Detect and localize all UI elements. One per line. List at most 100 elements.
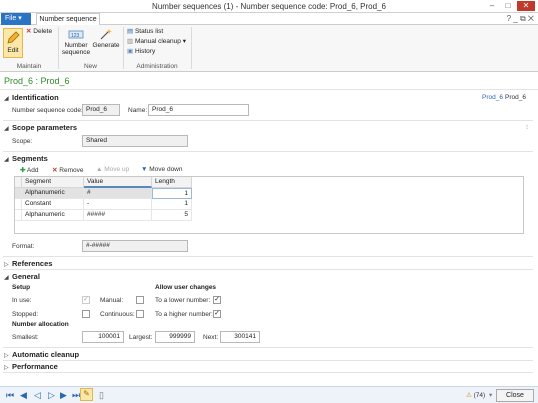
maximize-button[interactable]: □ [502,1,514,11]
edit-button[interactable]: Edit [3,28,23,58]
largest-field[interactable]: 999999 [155,331,195,343]
more-icon[interactable]: ⁝ [526,123,528,131]
status-list-button[interactable]: ▤ Status list [127,27,163,36]
scope-field[interactable]: Shared [82,135,188,147]
breadcrumb-link[interactable]: Prod_6 [482,94,503,101]
cleanup-icon: ▥ [127,38,134,45]
manual-checkbox[interactable] [136,296,144,304]
value-cell[interactable]: ##### [84,210,152,221]
manual-label: Manual: [100,297,124,304]
section-divider [3,256,533,257]
close-button[interactable]: Close [496,389,534,402]
column-header-segment[interactable]: Segment [22,177,84,188]
move-down-label: Move down [149,166,183,173]
row-selector[interactable] [15,188,22,199]
next-field[interactable]: 300141 [220,331,260,343]
collapse-icon[interactable]: ◢ [4,95,9,102]
more-icon[interactable]: ▾ [489,391,492,399]
minimize-button[interactable]: – [486,1,498,11]
column-header-value[interactable]: Value [84,177,152,188]
scope-title[interactable]: Scope parameters [12,123,77,132]
value-cell[interactable]: - [84,199,152,210]
edit-mode-icon[interactable]: ✎ [80,388,93,401]
section-divider [3,360,533,361]
value-cell[interactable]: # [84,188,152,199]
move-up-button[interactable]: ▲ Move up [96,166,129,173]
general-title[interactable]: General [12,272,40,281]
segment-cell[interactable]: Constant [22,199,84,210]
setup-title: Setup [12,284,31,291]
segment-cell[interactable]: Alphanumeric [22,188,84,199]
row-selector[interactable] [15,210,22,221]
to-lower-checkbox[interactable]: ✓ [213,296,221,304]
close-window-button[interactable]: ✕ [517,1,535,11]
status-list-label: Status list [134,28,164,35]
automatic-cleanup-title[interactable]: Automatic cleanup [12,350,79,359]
length-cell[interactable]: 5 [152,210,192,221]
largest-label: Largest: [129,334,153,341]
move-down-button[interactable]: ▼ Move down [141,166,183,173]
to-higher-checkbox[interactable]: ✓ [213,310,221,318]
ribbon: Edit ✕ Delete Maintain 123 Number sequen… [0,25,538,72]
expand-icon[interactable]: ▷ [4,364,9,371]
generate-label: Generate [92,42,120,49]
plus-icon: ✚ [20,167,26,174]
grid-row-header [15,177,22,188]
next-page-icon[interactable]: ▷ [48,390,55,401]
allow-user-changes-title: Allow user changes [155,284,217,291]
notifications[interactable]: ⚠ (74) [466,391,485,399]
generate-button[interactable]: Generate [92,28,120,49]
history-icon: ▣ [127,48,134,55]
notifications-count: (74) [473,392,486,399]
stopped-checkbox[interactable] [82,310,90,318]
smallest-label: Smallest: [12,334,39,341]
history-button[interactable]: ▣ History [127,47,155,56]
identification-title[interactable]: Identification [12,93,59,102]
segments-title[interactable]: Segments [12,154,48,163]
row-selector[interactable] [15,199,22,210]
chevron-down-icon: ▾ [182,38,186,45]
collapse-icon[interactable]: ◢ [4,125,9,132]
form-title: Prod_6 : Prod_6 [4,76,70,86]
svg-text:123: 123 [71,33,80,39]
expand-icon[interactable]: ▷ [4,352,9,359]
add-button[interactable]: ✚ Add [20,166,38,174]
references-title[interactable]: References [12,259,52,268]
next-record-icon[interactable]: ▶ [60,390,67,401]
wand-icon [100,29,112,40]
continuous-checkbox[interactable] [136,310,144,318]
column-header-length[interactable]: Length [152,177,192,188]
delete-label: Delete [33,28,53,35]
section-divider [3,120,533,121]
new-group-label: New [83,63,97,70]
previous-page-icon[interactable]: ◁ [34,390,41,401]
window-title: Number sequences (1) - Number sequence c… [152,2,386,11]
smallest-field[interactable]: 100001 [82,331,124,343]
collapse-icon[interactable]: ◢ [4,156,9,163]
file-tab[interactable]: File ▾ [1,13,31,25]
remove-button[interactable]: ✕ Remove [52,166,83,174]
name-field[interactable]: Prod_6 [148,104,249,116]
in-use-checkbox[interactable]: ✓ [82,296,90,304]
last-record-icon[interactable]: ⏭ [72,390,80,401]
length-cell[interactable]: 1 [152,199,192,210]
delete-button[interactable]: ✕ Delete [26,27,52,36]
manual-cleanup-button[interactable]: ▥ Manual cleanup ▾ [127,37,186,46]
number-sequence-code-field[interactable]: Prod_6 [82,104,120,116]
length-cell[interactable]: 1 [152,188,192,199]
section-divider [3,151,533,152]
segment-cell[interactable]: Alphanumeric [22,210,84,221]
help-icons[interactable]: ? _ ⧉ ✕ [507,14,534,24]
pencil-icon [7,31,20,44]
number-sequence-icon: 123 [68,30,84,39]
number-sequence-button[interactable]: 123 Number sequence [61,28,91,56]
title-bar: Number sequences (1) - Number sequence c… [0,0,538,13]
format-field[interactable]: #-##### [82,240,188,252]
attachment-icon[interactable]: ▯ [99,390,104,401]
scope-label: Scope: [12,138,33,145]
performance-title[interactable]: Performance [12,362,58,371]
expand-icon[interactable]: ▷ [4,261,9,268]
previous-record-icon[interactable]: ◀ [20,390,27,401]
first-record-icon[interactable]: ⏮ [6,390,14,401]
collapse-icon[interactable]: ◢ [4,274,9,281]
